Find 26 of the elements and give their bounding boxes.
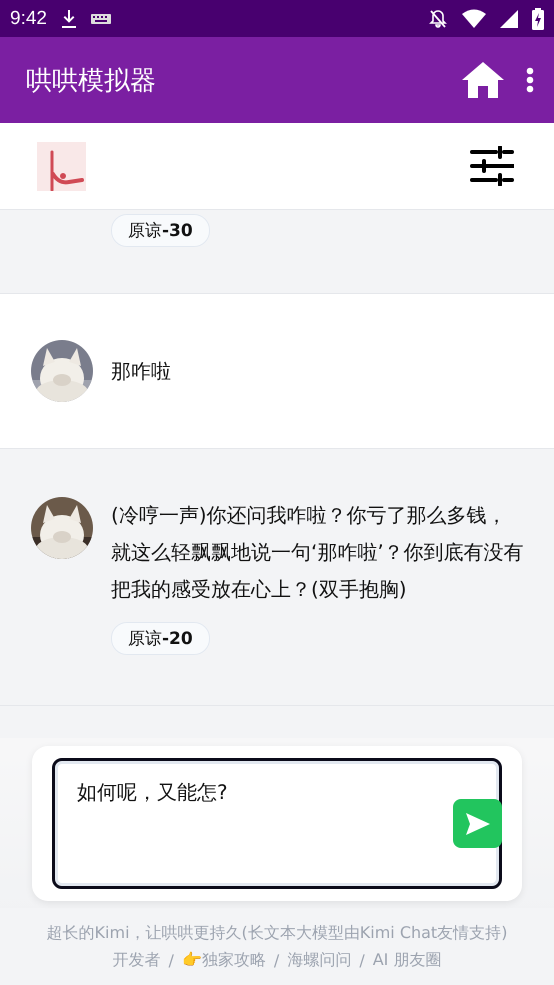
message-text: (冷哼一声)你还问我咋啦？你亏了那么多钱，就这么轻飘飘地说一句‘那咋啦’？你到底有没有把我的感受放在心上？(双手抱胸) — [111, 502, 524, 603]
separator-slash: / — [168, 950, 174, 970]
muted-bell-icon — [428, 8, 448, 28]
settings-sliders-icon[interactable] — [470, 146, 514, 186]
send-icon — [464, 812, 490, 836]
message-text: 那咋啦 — [111, 358, 171, 384]
app-title: 哄哄模拟器 — [26, 64, 157, 98]
footer-note: 超长的Kimi，让哄哄更持久(长文本大模型由Kimi Chat友情支持) — [46, 922, 508, 944]
footer-link[interactable]: 开发者 — [112, 950, 161, 970]
separator-slash: / — [274, 950, 280, 970]
download-icon — [60, 8, 77, 28]
logo-icon — [37, 142, 86, 190]
footer-link[interactable]: 海螺问问 — [287, 950, 352, 970]
status-time: 9:42 — [10, 8, 47, 30]
battery-icon — [532, 8, 544, 30]
signal-icon — [500, 10, 518, 28]
home-icon[interactable] — [462, 62, 504, 98]
footer-link[interactable]: AI 朋友圈 — [372, 950, 442, 970]
forgiveness-score: 原谅-30 — [111, 214, 210, 247]
more-menu-icon[interactable] — [526, 67, 534, 93]
footer-link[interactable]: 👉独家攻略 — [182, 950, 266, 970]
message-input[interactable]: 如何呢，又能怎? — [52, 758, 502, 889]
forgiveness-score: 原谅-20 — [111, 622, 210, 655]
wifi-icon — [462, 8, 486, 28]
keyboard-icon — [90, 14, 111, 24]
separator-slash: / — [359, 950, 365, 970]
